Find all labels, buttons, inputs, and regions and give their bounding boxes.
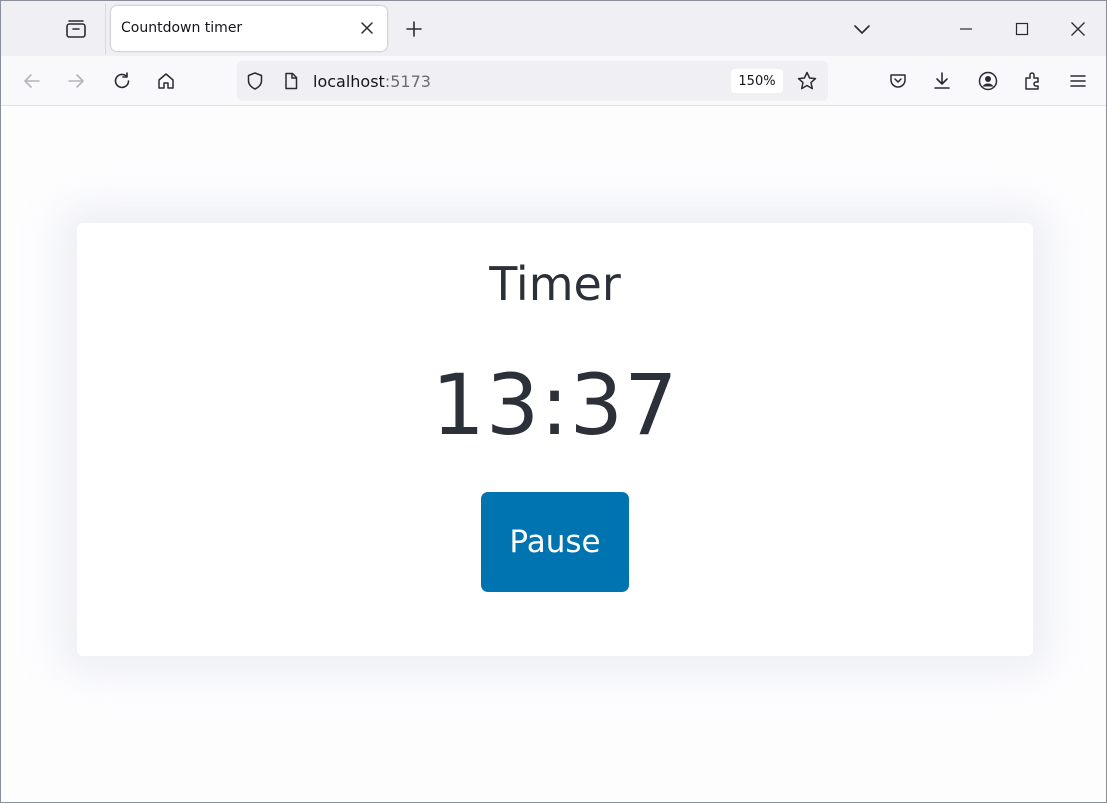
forward-button[interactable] bbox=[60, 65, 92, 97]
star-icon bbox=[796, 70, 818, 92]
page-content: Timer 13:37 Pause bbox=[1, 107, 1106, 802]
close-window-button[interactable] bbox=[1050, 1, 1106, 56]
forward-arrow-icon bbox=[66, 71, 86, 91]
tab-overview-icon bbox=[65, 19, 87, 39]
timer-title: Timer bbox=[489, 257, 621, 311]
menu-icon bbox=[1069, 73, 1087, 89]
tab-countdown-timer[interactable]: Countdown timer bbox=[111, 6, 387, 51]
tab-overview-button[interactable] bbox=[59, 13, 93, 45]
maximize-icon bbox=[1015, 22, 1029, 36]
home-icon bbox=[156, 71, 176, 91]
url-port: :5173 bbox=[384, 72, 431, 91]
chevron-down-icon bbox=[853, 23, 871, 35]
pause-button[interactable]: Pause bbox=[481, 492, 629, 592]
plus-icon bbox=[405, 20, 423, 38]
reload-icon bbox=[112, 71, 132, 91]
page-icon[interactable] bbox=[281, 71, 301, 91]
account-icon bbox=[977, 70, 999, 92]
timer-card: Timer 13:37 Pause bbox=[77, 223, 1033, 656]
url-host: localhost bbox=[313, 72, 385, 91]
browser-window: Countdown timer localhost:5173 150% Time… bbox=[0, 0, 1107, 803]
pocket-button[interactable] bbox=[882, 65, 914, 97]
home-button[interactable] bbox=[150, 65, 182, 97]
extensions-icon bbox=[1022, 70, 1044, 92]
back-button[interactable] bbox=[16, 65, 48, 97]
pocket-icon bbox=[888, 71, 908, 91]
url-text[interactable]: localhost:5173 bbox=[313, 72, 431, 91]
extensions-button[interactable] bbox=[1017, 65, 1049, 97]
download-icon bbox=[932, 71, 952, 91]
maximize-button[interactable] bbox=[994, 1, 1050, 56]
back-arrow-icon bbox=[22, 71, 42, 91]
zoom-level-button[interactable]: 150% bbox=[731, 69, 783, 93]
tab-separator bbox=[105, 3, 106, 54]
tab-strip: Countdown timer bbox=[1, 1, 1106, 56]
url-bar[interactable]: localhost:5173 150% bbox=[237, 61, 828, 101]
navigation-toolbar: localhost:5173 150% bbox=[1, 56, 1106, 106]
reload-button[interactable] bbox=[106, 65, 138, 97]
downloads-button[interactable] bbox=[926, 65, 958, 97]
minimize-icon bbox=[959, 22, 973, 36]
close-window-icon bbox=[1070, 21, 1086, 37]
bookmark-button[interactable] bbox=[795, 69, 819, 93]
shield-icon[interactable] bbox=[245, 71, 265, 91]
close-icon bbox=[360, 21, 374, 35]
tab-close-button[interactable] bbox=[357, 18, 377, 38]
new-tab-button[interactable] bbox=[399, 14, 429, 44]
app-menu-button[interactable] bbox=[1062, 65, 1094, 97]
time-display: 13:37 bbox=[431, 356, 679, 454]
list-all-tabs-button[interactable] bbox=[847, 14, 877, 44]
account-button[interactable] bbox=[972, 65, 1004, 97]
tab-title: Countdown timer bbox=[121, 20, 243, 36]
minimize-button[interactable] bbox=[938, 1, 994, 56]
